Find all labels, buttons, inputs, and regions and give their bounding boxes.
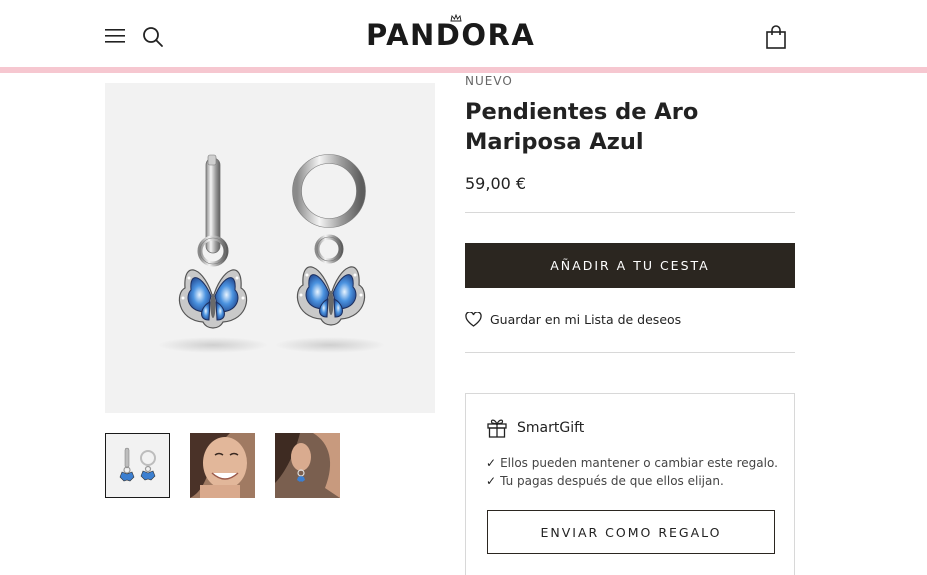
smartgift-benefit: ✓ Ellos pueden mantener o cambiar este re… xyxy=(486,456,778,470)
add-to-cart-button[interactable]: AÑADIR A TU CESTA xyxy=(465,243,795,288)
smiling-model-thumbnail[interactable] xyxy=(190,433,255,498)
product-main-image[interactable] xyxy=(105,83,435,413)
check-icon: ✓ xyxy=(486,474,497,488)
site-header: PANDORA xyxy=(0,0,927,68)
wishlist-label: Guardar en mi Lista de deseos xyxy=(490,311,682,327)
search-icon[interactable] xyxy=(141,25,165,49)
gift-box-icon xyxy=(487,419,507,438)
heart-outline-icon xyxy=(465,311,482,327)
divider xyxy=(465,352,795,353)
check-icon: ✓ xyxy=(486,456,497,470)
pandora-logo[interactable]: PANDORA xyxy=(366,14,536,54)
smartgift-benefit: ✓ Tu pagas después de que ellos elijan. xyxy=(486,474,724,488)
product-title: Pendientes de Aro Mariposa Azul xyxy=(465,99,699,155)
divider xyxy=(465,212,795,213)
product-page: PANDORA NUEVO Pendientes de Aro Mariposa… xyxy=(0,0,927,575)
smartgift-title: SmartGift xyxy=(517,420,585,436)
benefit-text: Ellos pueden mantener o cambiar este reg… xyxy=(500,456,778,470)
logo-text: PANDORA xyxy=(366,18,536,52)
wishlist-link[interactable]: Guardar en mi Lista de deseos xyxy=(465,310,681,328)
benefit-text: Tu pagas después de que ellos elijan. xyxy=(500,474,724,488)
hamburger-menu-icon[interactable] xyxy=(104,26,128,46)
send-as-gift-button[interactable]: ENVIAR COMO REGALO xyxy=(487,510,775,554)
smartgift-panel: SmartGift ✓ Ellos pueden mantener o cambi… xyxy=(465,393,795,575)
header-accent-bar xyxy=(0,67,927,73)
ear-wearing-earring-thumbnail[interactable] xyxy=(275,433,340,498)
earrings-product-thumbnail[interactable] xyxy=(105,433,170,498)
shopping-bag-icon[interactable] xyxy=(764,24,788,50)
product-price: 59,00 € xyxy=(465,174,527,193)
new-badge: NUEVO xyxy=(465,74,513,88)
